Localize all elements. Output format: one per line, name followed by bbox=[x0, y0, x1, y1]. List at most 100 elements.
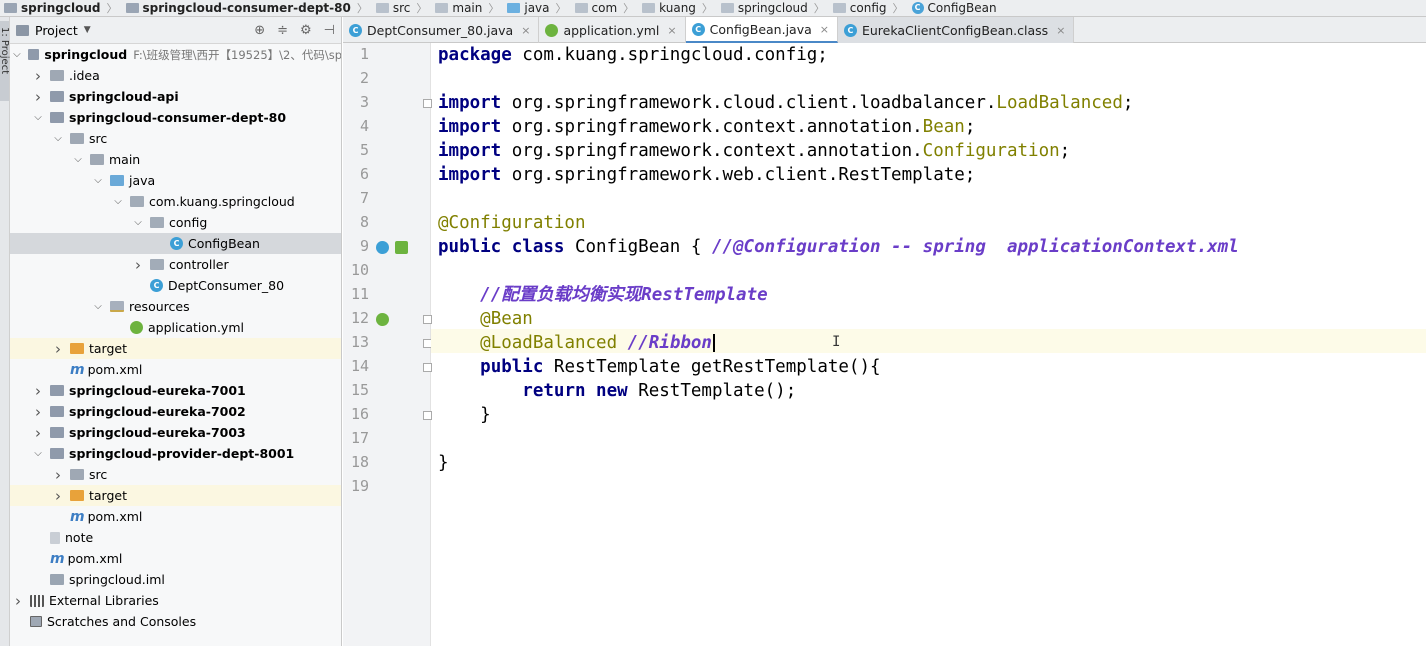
collapsed-chevron-icon[interactable]: › bbox=[132, 256, 144, 274]
tree-item[interactable]: ⌵ resources bbox=[10, 296, 341, 317]
breadcrumb-item[interactable]: kuang 〉 bbox=[638, 0, 717, 16]
project-tool-window-button[interactable]: 1: Project bbox=[0, 21, 10, 101]
code-line[interactable]: } bbox=[438, 403, 491, 427]
hide-panel-icon[interactable]: ⊣ bbox=[324, 23, 335, 38]
spring-bean-gutter-icon[interactable] bbox=[376, 241, 389, 254]
spring-bean-gutter-icon[interactable] bbox=[376, 313, 389, 326]
tree-item[interactable]: springcloud.iml bbox=[10, 569, 341, 590]
code-line[interactable]: //配置负载均衡实现RestTemplate bbox=[438, 283, 768, 307]
tree-item[interactable]: C DeptConsumer_80 bbox=[10, 275, 341, 296]
expanded-chevron-icon[interactable]: ⌵ bbox=[32, 112, 44, 123]
breadcrumb-item[interactable]: src 〉 bbox=[372, 0, 432, 16]
code-line[interactable]: @Bean bbox=[438, 307, 533, 331]
collapsed-chevron-icon[interactable]: › bbox=[32, 424, 44, 442]
collapsed-chevron-icon[interactable]: › bbox=[32, 403, 44, 421]
breadcrumb-item[interactable]: springcloud-consumer-dept-80 〉 bbox=[122, 0, 372, 16]
code-line[interactable]: } bbox=[438, 451, 449, 475]
collapsed-chevron-icon[interactable]: › bbox=[12, 592, 24, 610]
tree-item[interactable]: › springcloud-eureka-7002 bbox=[10, 401, 341, 422]
expanded-chevron-icon[interactable]: ⌵ bbox=[12, 49, 22, 60]
line-number: 14 bbox=[350, 357, 369, 375]
close-icon[interactable]: × bbox=[820, 23, 829, 36]
collapse-all-icon[interactable]: ≑ bbox=[277, 23, 288, 38]
collapsed-chevron-icon[interactable]: › bbox=[32, 382, 44, 400]
close-icon[interactable]: × bbox=[1056, 24, 1065, 37]
code-line[interactable]: public RestTemplate getRestTemplate(){ bbox=[438, 355, 880, 379]
expanded-chevron-icon[interactable]: ⌵ bbox=[32, 448, 44, 459]
folder-icon bbox=[70, 133, 84, 144]
line-number: 1 bbox=[359, 45, 369, 63]
tree-item[interactable]: note bbox=[10, 527, 341, 548]
fold-marker-icon[interactable] bbox=[423, 315, 432, 324]
collapsed-chevron-icon[interactable]: › bbox=[32, 88, 44, 106]
tree-item[interactable]: › target bbox=[10, 338, 341, 359]
tree-item[interactable]: › src bbox=[10, 464, 341, 485]
editor-tab[interactable]: C ConfigBean.java × bbox=[685, 17, 838, 43]
tree-item[interactable]: C ConfigBean bbox=[10, 233, 341, 254]
tree-item[interactable]: › .idea bbox=[10, 65, 341, 86]
tree-item[interactable]: m pom.xml bbox=[10, 548, 341, 569]
collapsed-chevron-icon[interactable]: › bbox=[32, 67, 44, 85]
close-icon[interactable]: × bbox=[521, 24, 530, 37]
collapsed-chevron-icon[interactable]: › bbox=[52, 487, 64, 505]
expanded-chevron-icon[interactable]: ⌵ bbox=[52, 133, 64, 144]
breadcrumb-item[interactable]: config 〉 bbox=[829, 0, 908, 16]
tree-item[interactable]: › controller bbox=[10, 254, 341, 275]
code-line[interactable]: import org.springframework.context.annot… bbox=[438, 139, 1070, 163]
locate-target-icon[interactable]: ⊕ bbox=[254, 23, 265, 38]
editor-tab[interactable]: C DeptConsumer_80.java × bbox=[343, 17, 540, 43]
tree-item[interactable]: ⌵ com.kuang.springcloud bbox=[10, 191, 341, 212]
code-line[interactable]: import org.springframework.web.client.Re… bbox=[438, 163, 975, 187]
tree-item[interactable]: ⌵ springcloud-provider-dept-8001 bbox=[10, 443, 341, 464]
fold-marker-icon[interactable] bbox=[423, 363, 432, 372]
tree-item[interactable]: ⌵ springcloud F:\班级管理\西开【19525】\2、代码\sp bbox=[10, 44, 341, 65]
code-line[interactable]: import org.springframework.cloud.client.… bbox=[438, 91, 1133, 115]
tree-item[interactable]: application.yml bbox=[10, 317, 341, 338]
gear-icon[interactable]: ⚙ bbox=[300, 23, 312, 38]
expanded-chevron-icon[interactable]: ⌵ bbox=[72, 154, 84, 165]
tree-item[interactable]: ⌵ java bbox=[10, 170, 341, 191]
expanded-chevron-icon[interactable]: ⌵ bbox=[112, 196, 124, 207]
breadcrumb-item[interactable]: C ConfigBean bbox=[908, 0, 1001, 16]
tree-item[interactable]: › target bbox=[10, 485, 341, 506]
expanded-chevron-icon[interactable]: ⌵ bbox=[132, 217, 144, 228]
project-view-selector[interactable]: Project bbox=[35, 23, 78, 38]
tree-item[interactable]: ⌵ main bbox=[10, 149, 341, 170]
tree-item[interactable]: ⌵ springcloud-consumer-dept-80 bbox=[10, 107, 341, 128]
tree-item[interactable]: › springcloud-api bbox=[10, 86, 341, 107]
navigation-breadcrumb: springcloud 〉 springcloud-consumer-dept-80… bbox=[0, 0, 1426, 17]
code-line[interactable]: package com.kuang.springcloud.config; bbox=[438, 43, 828, 67]
tree-item[interactable]: ⌵ src bbox=[10, 128, 341, 149]
spring-config-gutter-icon[interactable] bbox=[395, 241, 408, 254]
breadcrumb-item[interactable]: springcloud 〉 bbox=[0, 0, 122, 16]
tree-item[interactable]: Scratches and Consoles bbox=[10, 611, 341, 632]
editor-tab[interactable]: C EurekaClientConfigBean.class × bbox=[837, 17, 1075, 43]
breadcrumb-item[interactable]: com 〉 bbox=[571, 0, 639, 16]
breadcrumb-item[interactable]: main 〉 bbox=[431, 0, 503, 16]
code-line[interactable]: return new RestTemplate(); bbox=[438, 379, 796, 403]
close-icon[interactable]: × bbox=[667, 24, 676, 37]
code-editor[interactable]: 1 2 3 4 5 6 7 8 9 10 11 12 13 14 15 16 17 18 19 package co… bbox=[343, 43, 1426, 646]
tree-item[interactable]: › springcloud-eureka-7001 bbox=[10, 380, 341, 401]
breadcrumb-item[interactable]: springcloud 〉 bbox=[717, 0, 829, 16]
tree-item[interactable]: › External Libraries bbox=[10, 590, 341, 611]
fold-marker-icon[interactable] bbox=[423, 411, 432, 420]
code-line[interactable]: import org.springframework.context.annot… bbox=[438, 115, 975, 139]
tree-item[interactable]: m pom.xml bbox=[10, 506, 341, 527]
tree-item[interactable]: m pom.xml bbox=[10, 359, 341, 380]
fold-marker-icon[interactable] bbox=[423, 99, 432, 108]
expanded-chevron-icon[interactable]: ⌵ bbox=[92, 301, 104, 312]
code-line[interactable]: @Configuration bbox=[438, 211, 586, 235]
tree-item[interactable]: › springcloud-eureka-7003 bbox=[10, 422, 341, 443]
expanded-chevron-icon[interactable]: ⌵ bbox=[92, 175, 104, 186]
breadcrumb-item[interactable]: java 〉 bbox=[503, 0, 570, 16]
tree-item[interactable]: ⌵ config bbox=[10, 212, 341, 233]
spring-yml-icon bbox=[130, 321, 143, 334]
collapsed-chevron-icon[interactable]: › bbox=[52, 340, 64, 358]
editor-tab[interactable]: application.yml × bbox=[539, 17, 686, 43]
code-line[interactable]: @LoadBalanced //Ribbon bbox=[438, 331, 715, 355]
code-line[interactable]: public class ConfigBean { //@Configurati… bbox=[438, 235, 1239, 259]
collapsed-chevron-icon[interactable]: › bbox=[52, 466, 64, 484]
chevron-down-icon[interactable]: ▼ bbox=[84, 25, 91, 35]
